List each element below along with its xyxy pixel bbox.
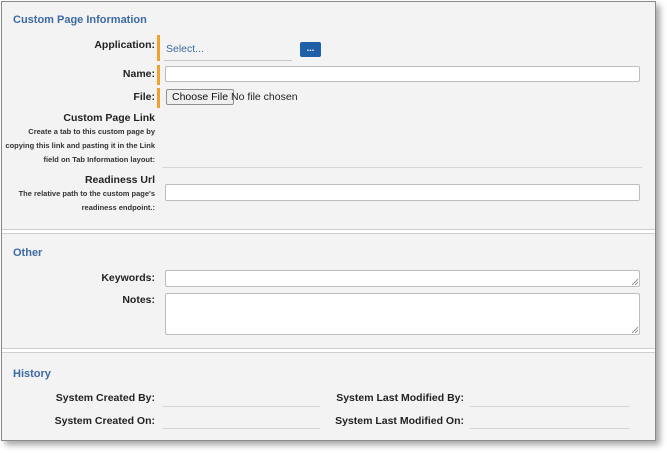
system-last-modified-by-label: System Last Modified By: (336, 392, 464, 404)
application-select[interactable]: Select... (166, 43, 204, 55)
keywords-label: Keywords: (101, 272, 155, 284)
section-title-history: History (13, 368, 51, 380)
resize-handle-icon[interactable] (632, 327, 638, 333)
file-label: File: (133, 91, 155, 103)
system-created-on-label: System Created On: (54, 415, 155, 427)
custom-page-link-label: Custom Page Link (63, 112, 155, 124)
name-input[interactable] (165, 66, 640, 82)
readiness-url-input[interactable] (165, 184, 640, 201)
system-last-modified-by-value (470, 406, 630, 407)
system-created-by-label: System Created By: (55, 392, 155, 404)
help-line: copying this link and pasting it in the … (5, 141, 155, 150)
required-marker (157, 65, 160, 85)
section-title-custom-page: Custom Page Information (13, 14, 147, 26)
required-marker (157, 88, 160, 108)
required-marker (157, 35, 160, 61)
custom-page-link-help: Create a tab to this custom page by copy… (2, 125, 155, 167)
application-underline (164, 60, 292, 61)
resize-handle-icon[interactable] (632, 279, 638, 285)
system-created-on-value (162, 428, 320, 429)
custom-page-link-value (162, 167, 642, 168)
application-label: Application: (94, 39, 155, 51)
section-divider (2, 229, 655, 234)
notes-textarea[interactable] (165, 293, 640, 335)
name-label: Name: (122, 68, 155, 80)
system-last-modified-on-value (470, 428, 630, 429)
section-divider (2, 348, 655, 353)
file-status-text: No file chosen (231, 91, 298, 103)
keywords-textarea[interactable] (165, 270, 640, 287)
choose-file-button[interactable]: Choose File (166, 89, 235, 105)
readiness-url-help: The relative path to the custom page's r… (2, 187, 155, 215)
notes-label: Notes: (122, 294, 155, 306)
help-line: Create a tab to this custom page by (28, 127, 155, 136)
section-title-other: Other (13, 247, 43, 259)
readiness-url-label: Readiness Url (84, 174, 155, 186)
help-line: The relative path to the custom page's (18, 189, 155, 198)
help-line: readiness endpoint.: (81, 203, 155, 212)
system-created-by-value (162, 406, 320, 407)
system-last-modified-on-label: System Last Modified On: (335, 415, 464, 427)
browse-application-button[interactable]: ... (300, 42, 321, 57)
help-line: field on Tab Information layout: (43, 155, 155, 164)
custom-page-form: Custom Page Information Application: Sel… (1, 1, 656, 441)
